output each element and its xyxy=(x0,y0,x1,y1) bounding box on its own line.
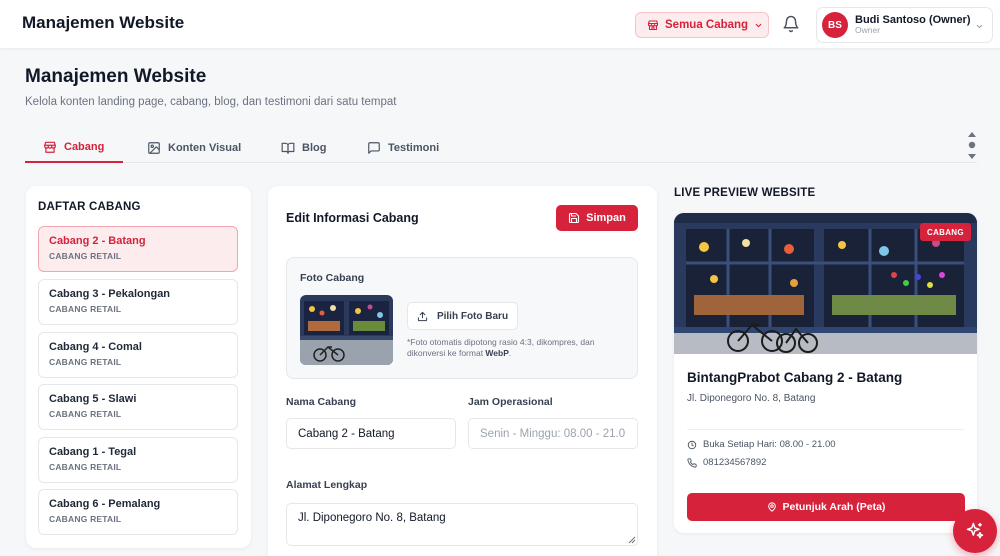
branch-item[interactable]: Cabang 4 - Comal CABANG RETAIL xyxy=(38,332,238,378)
clock-icon xyxy=(687,440,697,449)
tab-bar: Cabang Konten Visual Blog Testimoni xyxy=(25,132,977,163)
branch-item[interactable]: Cabang 3 - Pekalongan CABANG RETAIL xyxy=(38,279,238,325)
preview-phone: 081234567892 xyxy=(703,457,767,468)
sparkles-icon xyxy=(966,522,984,539)
branch-name: Cabang 2 - Batang xyxy=(49,235,146,247)
tab-label: Blog xyxy=(302,141,327,154)
branch-item[interactable]: Cabang 6 - Pemalang CABANG RETAIL xyxy=(38,489,238,535)
branch-name: Cabang 5 - Slawi xyxy=(49,393,137,405)
page-title: Manajemen Website xyxy=(25,66,207,87)
save-icon xyxy=(569,212,580,224)
hours-label: Jam Operasional xyxy=(468,396,553,408)
save-button[interactable]: Simpan xyxy=(556,205,638,231)
top-bar: Manajemen Website Semua Cabang BS Budi S… xyxy=(0,0,1000,49)
branch-name: Cabang 4 - Comal xyxy=(49,341,142,353)
preview-address: Jl. Diponegoro No. 8, Batang xyxy=(687,393,816,404)
preview-branch-name: BintangPrabot Cabang 2 - Batang xyxy=(687,370,903,385)
pick-photo-label: Pilih Foto Baru xyxy=(436,310,509,322)
branch-selector[interactable]: Semua Cabang xyxy=(635,12,769,38)
directions-label: Petunjuk Arah (Peta) xyxy=(782,501,886,513)
branch-list-card: DAFTAR CABANG Cabang 2 - Batang CABANG R… xyxy=(26,186,251,548)
photo-note: *Foto otomatis dipotong rasio 4:3, dikom… xyxy=(407,337,595,359)
store-icon xyxy=(44,141,56,153)
branch-name: Cabang 6 - Pemalang xyxy=(49,498,161,510)
book-icon xyxy=(281,142,295,154)
tab-konten-visual[interactable]: Konten Visual xyxy=(129,132,259,163)
branch-photo-thumbnail xyxy=(300,295,393,365)
chevron-down-icon xyxy=(755,23,762,27)
pick-photo-button[interactable]: Pilih Foto Baru xyxy=(407,302,518,330)
preview-hours-row: Buka Setiap Hari: 08.00 - 21.00 xyxy=(687,439,836,450)
edit-form-title: Edit Informasi Cabang xyxy=(286,211,419,225)
page-subtitle: Kelola konten landing page, cabang, blog… xyxy=(25,96,397,108)
user-menu[interactable]: BS Budi Santoso (Owner) Owner xyxy=(816,7,993,43)
app-title: Manajemen Website xyxy=(22,13,185,32)
address-label: Alamat Lengkap xyxy=(286,479,368,491)
directions-button[interactable]: Petunjuk Arah (Peta) xyxy=(687,493,965,521)
avatar: BS xyxy=(822,12,848,38)
map-pin-icon xyxy=(767,502,776,512)
branch-selector-label: Semua Cabang xyxy=(665,19,749,31)
message-icon xyxy=(368,141,380,154)
ai-assistant-button[interactable] xyxy=(953,509,997,553)
user-role: Owner xyxy=(855,25,881,36)
branch-item[interactable]: Cabang 2 - Batang CABANG RETAIL xyxy=(38,226,238,272)
branch-name: Cabang 1 - Tegal xyxy=(49,446,137,458)
resize-handle-icon[interactable] xyxy=(628,536,636,544)
preview-hours: Buka Setiap Hari: 08.00 - 21.00 xyxy=(703,439,836,450)
name-label: Nama Cabang xyxy=(286,396,357,408)
photo-section: Foto Cabang Pilih Foto Baru *Foto otomat… xyxy=(286,257,638,379)
tab-label: Konten Visual xyxy=(168,141,242,154)
branch-type: CABANG RETAIL xyxy=(49,304,122,314)
tab-blog[interactable]: Blog xyxy=(263,132,344,163)
photo-label: Foto Cabang xyxy=(300,272,365,284)
address-field[interactable]: Jl. Diponegoro No. 8, Batang xyxy=(286,503,638,546)
photo-format: WebP xyxy=(485,348,509,359)
branch-type: CABANG RETAIL xyxy=(49,251,122,261)
branch-item[interactable]: Cabang 5 - Slawi CABANG RETAIL xyxy=(38,384,238,430)
tab-label: Cabang xyxy=(64,140,105,153)
save-label: Simpan xyxy=(586,212,626,224)
preview-phone-row: 081234567892 xyxy=(687,457,766,468)
tab-testimoni[interactable]: Testimoni xyxy=(349,132,457,163)
phone-icon xyxy=(687,457,697,468)
bell-icon[interactable] xyxy=(782,15,800,33)
tab-cabang[interactable]: Cabang xyxy=(25,132,123,163)
branch-name: Cabang 3 - Pekalongan xyxy=(49,288,171,300)
branch-type: CABANG RETAIL xyxy=(49,462,122,472)
store-icon xyxy=(647,20,659,31)
tab-label: Testimoni xyxy=(388,141,440,154)
branch-name-field[interactable] xyxy=(286,418,456,449)
image-icon xyxy=(148,141,160,154)
branch-type: CABANG RETAIL xyxy=(49,409,122,419)
branch-badge: CABANG xyxy=(920,223,971,241)
upload-icon xyxy=(417,311,428,321)
operating-hours-field[interactable] xyxy=(468,418,638,449)
divider xyxy=(687,429,964,430)
branch-type: CABANG RETAIL xyxy=(49,357,122,367)
branch-type: CABANG RETAIL xyxy=(49,514,122,524)
branch-list-title: DAFTAR CABANG xyxy=(38,201,141,213)
branch-item[interactable]: Cabang 1 - Tegal CABANG RETAIL xyxy=(38,437,238,483)
preview-card: CABANG BintangPrabot Cabang 2 - Batang J… xyxy=(674,213,977,533)
chevron-down-icon xyxy=(976,24,983,29)
more-vertical-icon[interactable] xyxy=(966,131,978,161)
preview-section-title: LIVE PREVIEW WEBSITE xyxy=(674,187,816,199)
edit-form-card: Edit Informasi Cabang Simpan Foto Cabang… xyxy=(268,186,657,556)
